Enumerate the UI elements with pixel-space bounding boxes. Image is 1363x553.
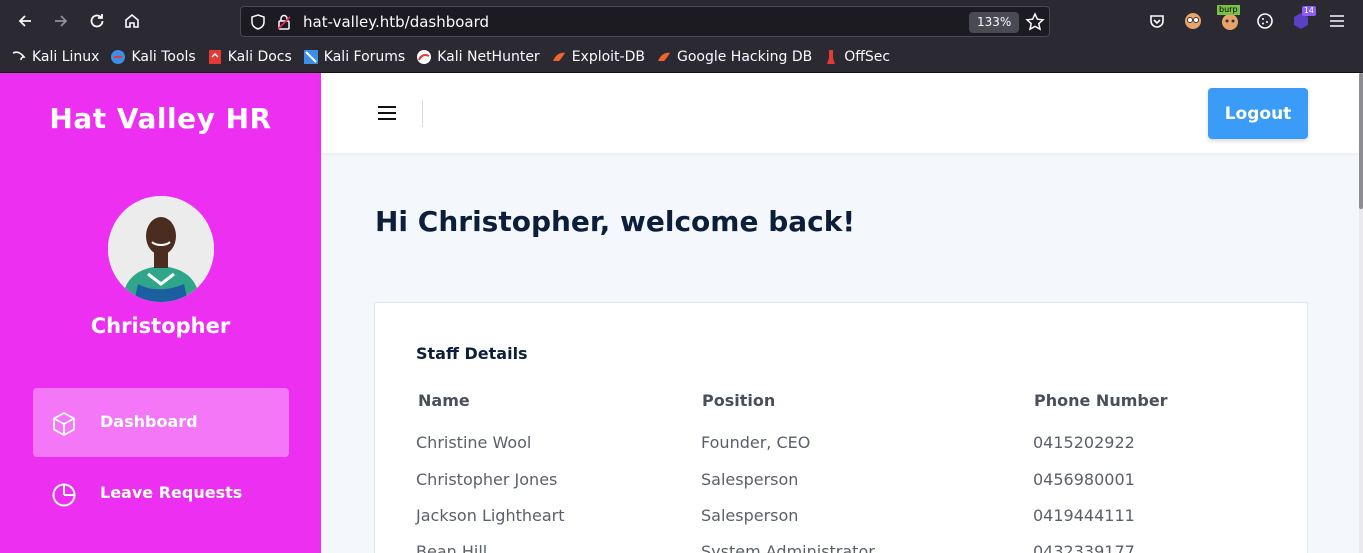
bookmark-exploit-db[interactable]: Exploit-DB <box>551 42 645 73</box>
hamburger-menu-icon[interactable] <box>377 105 397 121</box>
cube-icon <box>53 411 75 437</box>
brand-title[interactable]: Hat Valley HR <box>0 102 321 135</box>
ghdb-icon <box>657 52 670 61</box>
forward-button[interactable] <box>48 8 74 34</box>
bookmark-label: Kali Tools <box>131 49 196 65</box>
sidebar: Hat Valley HR Christopher Dashboard Leav… <box>0 73 321 553</box>
table-cell-phone: 0456980001 <box>1033 470 1135 489</box>
table-cell-name: Jackson Lightheart <box>416 506 565 525</box>
extension-counter-button[interactable]: 14 <box>1290 6 1316 32</box>
extension-badge-count: 14 <box>1301 6 1316 16</box>
shield-icon[interactable] <box>249 13 267 31</box>
pie-chart-icon <box>52 483 76 507</box>
logout-button[interactable]: Logout <box>1208 88 1308 139</box>
sidebar-item-leave-requests[interactable]: Leave Requests <box>33 459 289 528</box>
bookmark-label: Exploit-DB <box>571 49 645 65</box>
sidebar-item-label: Leave Requests <box>100 483 243 502</box>
column-header-position: Position <box>702 391 776 410</box>
zoom-level[interactable]: 133% <box>969 12 1020 33</box>
bookmark-label: Kali Forums <box>323 49 406 65</box>
bookmark-label: Kali Docs <box>227 49 292 65</box>
bookmark-label: Google Hacking DB <box>676 49 813 65</box>
bookmark-kali-forums[interactable]: Kali Forums <box>303 42 405 73</box>
table-cell-position: System Administrator <box>701 542 875 553</box>
face-glasses-icon <box>1185 13 1201 29</box>
burp-extension-button[interactable]: burp <box>1217 5 1241 32</box>
topbar-divider <box>422 100 423 127</box>
url-text[interactable]: hat-valley.htb/dashboard <box>303 12 489 32</box>
table-cell-phone: 0432339177 <box>1033 542 1135 553</box>
topbar: Logout <box>321 73 1359 153</box>
nethunter-icon <box>417 50 432 64</box>
bookmark-kali-linux[interactable]: Kali Linux <box>11 42 99 73</box>
pocket-icon <box>1150 15 1164 28</box>
table-cell-position: Founder, CEO <box>701 433 811 452</box>
back-button[interactable] <box>12 8 38 34</box>
cookie-extension-button[interactable] <box>1254 10 1276 32</box>
page: Hat Valley HR Christopher Dashboard Leav… <box>0 73 1363 553</box>
table-cell-name: Christine Wool <box>416 433 532 452</box>
table-cell-position: Salesperson <box>701 506 799 525</box>
kali-forums-icon <box>303 50 318 64</box>
bookmark-label: OffSec <box>844 49 891 65</box>
scrollbar-thumb[interactable] <box>1359 73 1363 209</box>
bookmark-kali-tools[interactable]: Kali Tools <box>110 42 196 73</box>
sidebar-item-label: Dashboard <box>100 412 198 431</box>
back-arrow-icon <box>18 15 31 27</box>
url-bar[interactable]: hat-valley.htb/dashboard 133% <box>240 6 1050 37</box>
card-title: Staff Details <box>416 344 528 363</box>
offsec-icon <box>827 50 836 64</box>
bookmark-kali-docs[interactable]: Kali Docs <box>207 42 292 73</box>
kali-docs-icon <box>208 50 221 64</box>
bookmarks-bar: Kali Linux Kali Tools Kali Docs Kali For… <box>0 42 1363 73</box>
exploit-db-icon <box>552 52 565 61</box>
bookmark-star-icon[interactable] <box>1025 12 1045 32</box>
column-header-name: Name <box>418 391 470 410</box>
avatar <box>108 196 214 302</box>
table-cell-name: Bean Hill <box>416 542 488 553</box>
bookmark-kali-nethunter[interactable]: Kali NetHunter <box>416 42 540 73</box>
browser-toolbar: hat-valley.htb/dashboard 133% burp 14 <box>0 0 1363 42</box>
user-photo <box>108 196 214 302</box>
pocket-button[interactable] <box>1146 10 1168 32</box>
reload-button[interactable] <box>84 8 110 34</box>
table-cell-position: Salesperson <box>701 470 799 489</box>
kali-dragon-icon <box>12 51 26 61</box>
bookmark-offsec[interactable]: OffSec <box>823 42 890 73</box>
bookmark-ghdb[interactable]: Google Hacking DB <box>656 42 812 73</box>
staff-details-card: Staff Details Name Position Phone Number… <box>374 302 1308 553</box>
hamburger-menu-icon <box>1330 15 1344 27</box>
burp-badge: burp <box>1217 5 1240 15</box>
bookmark-label: Kali NetHunter <box>437 49 540 65</box>
sidebar-item-dashboard[interactable]: Dashboard <box>33 388 289 457</box>
lock-insecure-icon[interactable] <box>275 13 293 31</box>
reload-icon <box>90 14 104 28</box>
page-title: Hi Christopher, welcome back! <box>375 205 856 238</box>
table-cell-name: Christopher Jones <box>416 470 558 489</box>
column-header-phone: Phone Number <box>1034 391 1168 410</box>
menu-button[interactable] <box>1326 10 1348 32</box>
table-cell-phone: 0419444111 <box>1033 506 1135 525</box>
user-name: Christopher <box>90 314 231 338</box>
extension-button[interactable] <box>1182 10 1204 32</box>
kali-tools-icon <box>111 50 126 64</box>
forward-arrow-icon <box>55 15 68 27</box>
cookie-icon <box>1257 13 1273 29</box>
home-icon <box>125 13 139 28</box>
bookmark-label: Kali Linux <box>32 49 100 65</box>
home-button[interactable] <box>119 8 145 34</box>
table-cell-phone: 0415202922 <box>1033 433 1135 452</box>
